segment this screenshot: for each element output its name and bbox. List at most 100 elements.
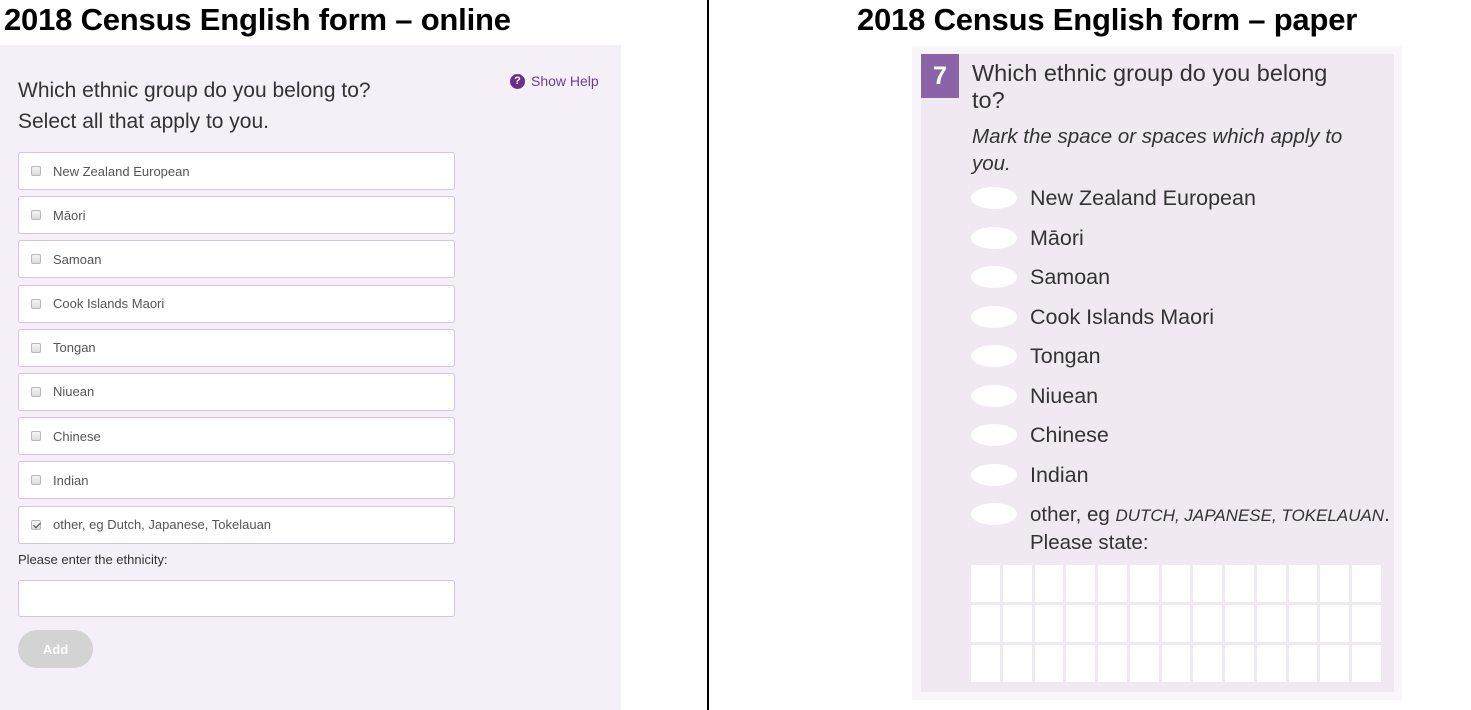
option-label: Indian: [53, 472, 89, 488]
write-in-cell[interactable]: [1352, 645, 1381, 682]
paper-option-label: New Zealand European: [1030, 186, 1256, 210]
write-in-cell[interactable]: [1034, 645, 1064, 682]
write-in-cell[interactable]: [971, 645, 1000, 682]
ethnicity-option[interactable]: Samoan: [18, 240, 455, 279]
write-in-cell[interactable]: [1320, 645, 1350, 682]
write-in-cell[interactable]: [1193, 565, 1223, 602]
paper-option[interactable]: Samoan: [971, 264, 1391, 304]
write-in-cell[interactable]: [1320, 605, 1350, 642]
answer-oval[interactable]: [971, 345, 1017, 367]
ethnicity-option[interactable]: Cook Islands Maori: [18, 284, 455, 323]
write-in-grid[interactable]: [971, 565, 1381, 682]
paper-form-panel: 7 Which ethnic group do you belong to? M…: [921, 54, 1394, 692]
paper-option-label: Tongan: [1030, 344, 1101, 368]
write-in-cell[interactable]: [971, 605, 1000, 642]
ethnicity-input[interactable]: [18, 580, 455, 617]
answer-oval[interactable]: [971, 226, 1017, 249]
write-in-cell[interactable]: [1129, 645, 1159, 682]
checkbox[interactable]: [31, 386, 41, 397]
write-in-cell[interactable]: [1193, 605, 1223, 642]
write-in-cell[interactable]: [1161, 645, 1191, 682]
paper-option[interactable]: Cook Islands Maori: [971, 304, 1391, 344]
write-in-cell[interactable]: [1225, 565, 1254, 602]
write-in-cell[interactable]: [1066, 565, 1096, 602]
write-in-cell[interactable]: [1320, 565, 1350, 602]
write-in-cell[interactable]: [1193, 645, 1223, 682]
paper-option[interactable]: Indian: [971, 462, 1391, 502]
write-in-cell[interactable]: [1066, 645, 1096, 682]
write-in-cell[interactable]: [1225, 645, 1254, 682]
show-help-label: Show Help: [531, 73, 599, 89]
ethnicity-option[interactable]: other, eg Dutch, Japanese, Tokelauan: [18, 505, 455, 544]
write-in-cell[interactable]: [1002, 565, 1032, 602]
ethnicity-option[interactable]: Niuean: [18, 372, 455, 411]
ethnicity-option[interactable]: Māori: [18, 196, 455, 235]
paper-option-label: Indian: [1030, 462, 1089, 487]
paper-option[interactable]: Tongan: [971, 343, 1391, 383]
paper-option-label: Cook Islands Maori: [1030, 304, 1215, 329]
write-in-cell[interactable]: [1256, 645, 1286, 682]
paper-options: New Zealand European Māori Samoan Cook Isla…: [971, 185, 1391, 556]
divider-line: [707, 0, 709, 710]
paper-form-heading: 2018 Census English form – paper: [857, 2, 1358, 37]
answer-oval[interactable]: [971, 266, 1017, 288]
answer-oval[interactable]: [971, 187, 1017, 209]
ethnicity-option[interactable]: Indian: [18, 461, 455, 500]
paper-option[interactable]: Niuean: [971, 383, 1391, 423]
paper-option-label: Chinese: [1030, 423, 1109, 447]
paper-option-label: Niuean: [1030, 383, 1099, 408]
write-in-cell[interactable]: [1352, 565, 1381, 602]
write-in-cell[interactable]: [1098, 605, 1127, 642]
write-in-cell[interactable]: [1066, 605, 1096, 642]
answer-oval[interactable]: [971, 384, 1017, 407]
checkbox-checked[interactable]: [31, 519, 41, 530]
answer-oval[interactable]: [971, 305, 1017, 328]
option-label: Samoan: [53, 251, 102, 267]
answer-oval[interactable]: [971, 463, 1017, 486]
write-in-cell[interactable]: [1288, 605, 1318, 642]
write-in-cell[interactable]: [1098, 645, 1127, 682]
write-in-cell[interactable]: [1256, 605, 1286, 642]
question-line-1: Which ethnic group do you belong to?: [18, 79, 371, 102]
write-in-cell[interactable]: [1129, 565, 1159, 602]
ethnicity-options: New Zealand European Māori Samoan Cook Isla…: [18, 152, 455, 550]
paper-option[interactable]: New Zealand European: [971, 185, 1391, 225]
write-in-cell[interactable]: [1002, 645, 1032, 682]
question-number-badge: 7: [921, 54, 959, 98]
write-in-cell[interactable]: [1288, 565, 1318, 602]
answer-oval[interactable]: [971, 424, 1017, 446]
checkbox[interactable]: [31, 166, 41, 176]
show-help-link[interactable]: ? Show Help: [510, 73, 599, 89]
question-circle-icon: ?: [510, 73, 525, 89]
write-in-cell[interactable]: [1161, 605, 1191, 642]
write-in-cell[interactable]: [1129, 605, 1159, 642]
write-in-cell[interactable]: [1352, 605, 1381, 642]
ethnicity-option[interactable]: Chinese: [18, 417, 455, 456]
write-in-cell[interactable]: [1161, 565, 1191, 602]
checkbox[interactable]: [31, 431, 41, 442]
write-in-cell[interactable]: [971, 565, 1000, 602]
ethnicity-option[interactable]: Tongan: [18, 328, 455, 367]
write-in-cell[interactable]: [1098, 565, 1127, 602]
write-in-cell[interactable]: [1002, 605, 1032, 642]
paper-option-other[interactable]: other, eg DUTCH, JAPANESE, TOKELAUAN. Pl…: [971, 501, 1391, 556]
checkbox[interactable]: [31, 475, 41, 486]
add-button[interactable]: Add: [18, 630, 93, 668]
write-in-cell[interactable]: [1034, 605, 1064, 642]
write-in-cell[interactable]: [1034, 565, 1064, 602]
write-in-cell[interactable]: [1288, 645, 1318, 682]
write-in-cell[interactable]: [1256, 565, 1286, 602]
checkbox[interactable]: [31, 298, 41, 309]
answer-oval[interactable]: [971, 503, 1017, 525]
paper-option[interactable]: Māori: [971, 225, 1391, 265]
question-title: Which ethnic group do you belong to? Sel…: [18, 75, 458, 137]
checkbox[interactable]: [31, 342, 41, 353]
checkbox[interactable]: [31, 210, 41, 221]
paper-option[interactable]: Chinese: [971, 422, 1391, 462]
question-line-2: Select all that apply to you.: [18, 110, 269, 133]
paper-option-label: Māori: [1030, 225, 1084, 250]
checkbox[interactable]: [31, 254, 41, 265]
write-in-cell[interactable]: [1225, 605, 1254, 642]
paper-question-title: Which ethnic group do you belong to?: [972, 60, 1328, 113]
ethnicity-option[interactable]: New Zealand European: [18, 152, 455, 190]
